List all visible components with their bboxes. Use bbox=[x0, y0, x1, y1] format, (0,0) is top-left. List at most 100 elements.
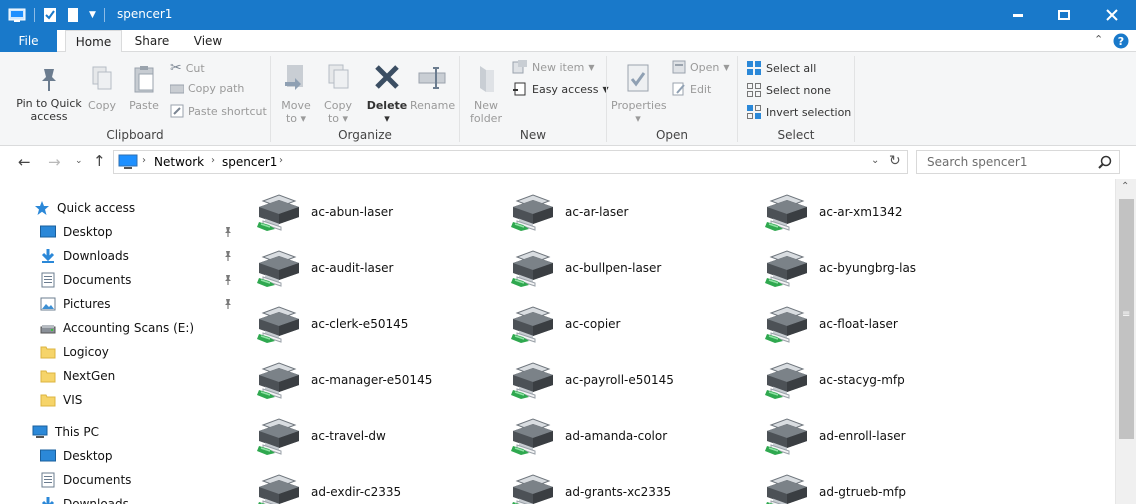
close-button[interactable] bbox=[1087, 0, 1136, 30]
printer-item[interactable]: ac-audit-laser bbox=[255, 244, 393, 292]
nav-pc-item-documents[interactable]: Documents bbox=[40, 468, 131, 492]
nav-item-desktop[interactable]: Desktop bbox=[40, 220, 113, 244]
easy-access-button[interactable]: Easy access ▼ bbox=[512, 82, 609, 96]
pin-icon[interactable] bbox=[223, 274, 233, 289]
printer-item[interactable]: ad-gtrueb-mfp bbox=[763, 468, 906, 504]
printer-item[interactable]: ad-exdir-c2335 bbox=[255, 468, 401, 504]
printer-item[interactable]: ad-enroll-laser bbox=[763, 412, 906, 460]
minimize-button[interactable] bbox=[995, 0, 1041, 30]
delete-label: Delete bbox=[366, 99, 408, 112]
breadcrumb-spencer1[interactable]: spencer1 bbox=[222, 155, 277, 169]
printer-item[interactable]: ac-travel-dw bbox=[255, 412, 386, 460]
paste-shortcut-button[interactable]: Paste shortcut bbox=[170, 104, 267, 118]
recent-locations-icon[interactable]: ⌄ bbox=[75, 156, 83, 166]
toolbar-separator bbox=[103, 8, 105, 22]
printer-item[interactable]: ac-payroll-e50145 bbox=[509, 356, 674, 404]
pin-to-quick-access-button[interactable]: Pin to Quick access bbox=[14, 64, 84, 123]
nav-item-accounting-scans-e[interactable]: Accounting Scans (E:) bbox=[40, 316, 194, 340]
edit-button[interactable]: Edit bbox=[672, 82, 711, 96]
move-to-button[interactable]: Move to ▾ bbox=[278, 62, 314, 125]
folder-icon bbox=[40, 344, 56, 360]
new-folder-button[interactable]: New folder bbox=[466, 62, 506, 125]
printer-item[interactable]: ac-ar-laser bbox=[509, 188, 628, 236]
printer-item[interactable]: ac-abun-laser bbox=[255, 188, 393, 236]
select-all-button[interactable]: Select all bbox=[746, 60, 816, 76]
address-dropdown-icon[interactable]: ⌄ bbox=[871, 155, 879, 166]
new-folder-qa-icon[interactable] bbox=[67, 7, 79, 23]
properties-label: Properties bbox=[611, 99, 667, 112]
copy-to-button[interactable]: Copy to ▾ bbox=[320, 62, 356, 125]
nav-this-pc[interactable]: This PC bbox=[32, 420, 99, 444]
pin-icon[interactable] bbox=[223, 226, 233, 241]
printer-item[interactable]: ac-copier bbox=[509, 300, 621, 348]
printer-item[interactable]: ad-grants-xc2335 bbox=[509, 468, 671, 504]
vertical-scrollbar[interactable]: ⌃ ≡ bbox=[1115, 179, 1136, 504]
collapse-ribbon-icon[interactable]: ⌃ bbox=[1094, 33, 1103, 46]
delete-button[interactable]: Delete ▾ bbox=[366, 62, 408, 125]
printer-item[interactable]: ad-amanda-color bbox=[509, 412, 667, 460]
properties-dropdown-icon[interactable]: ▾ bbox=[611, 112, 665, 125]
navigation-pane: Quick access Desktop Downloads Documents Pic… bbox=[0, 185, 238, 504]
tab-home[interactable]: Home bbox=[65, 30, 122, 53]
scrollbar-thumb[interactable]: ≡ bbox=[1119, 199, 1134, 439]
cut-button[interactable]: ✂ Cut bbox=[170, 60, 205, 76]
search-box[interactable]: Search spencer1 bbox=[916, 150, 1120, 174]
nav-item-nextgen[interactable]: NextGen bbox=[40, 364, 115, 388]
open-button[interactable]: Open ▼ bbox=[672, 60, 730, 74]
copy-to-label: Copy bbox=[324, 99, 352, 112]
nav-item-pictures[interactable]: Pictures bbox=[40, 292, 111, 316]
pin-icon[interactable] bbox=[223, 298, 233, 313]
tab-file[interactable]: File bbox=[0, 30, 57, 52]
scroll-up-icon[interactable]: ⌃ bbox=[1121, 181, 1129, 192]
printer-item[interactable]: ac-bullpen-laser bbox=[509, 244, 661, 292]
downloads-icon bbox=[40, 496, 56, 504]
paste-button[interactable]: Paste bbox=[126, 64, 162, 112]
downloads-icon bbox=[40, 248, 56, 264]
search-icon[interactable] bbox=[1098, 155, 1112, 169]
rename-button[interactable]: Rename bbox=[410, 62, 455, 112]
refresh-icon[interactable]: ↻ bbox=[889, 153, 901, 169]
copy-button[interactable]: Copy bbox=[86, 64, 118, 112]
nav-item-logicoy[interactable]: Logicoy bbox=[40, 340, 109, 364]
invert-selection-icon bbox=[747, 105, 761, 119]
properties-icon bbox=[627, 64, 649, 92]
back-arrow-icon[interactable]: ← bbox=[18, 153, 31, 171]
forward-arrow-icon[interactable]: → bbox=[48, 153, 61, 171]
nav-quick-access[interactable]: Quick access bbox=[34, 196, 135, 220]
breadcrumb-network[interactable]: Network bbox=[154, 155, 204, 169]
printer-icon bbox=[509, 471, 555, 504]
close-icon bbox=[1105, 9, 1118, 21]
help-icon[interactable]: ? bbox=[1113, 33, 1129, 49]
printer-icon bbox=[763, 415, 809, 458]
properties-qa-icon[interactable] bbox=[43, 7, 57, 23]
printer-item[interactable]: ac-clerk-e50145 bbox=[255, 300, 408, 348]
new-item-label: New item bbox=[532, 60, 585, 74]
paste-label: Paste bbox=[129, 99, 159, 112]
address-bar[interactable]: › Network › spencer1 › ⌄ ↻ bbox=[113, 150, 908, 174]
nav-item-vis[interactable]: VIS bbox=[40, 388, 82, 412]
tab-share[interactable]: Share bbox=[130, 30, 174, 52]
delete-dropdown-icon[interactable]: ▾ bbox=[366, 112, 408, 125]
tab-view[interactable]: View bbox=[187, 30, 229, 52]
printer-name: ac-abun-laser bbox=[311, 205, 394, 219]
invert-selection-button[interactable]: Invert selection bbox=[746, 104, 851, 120]
nav-pc-item-desktop[interactable]: Desktop bbox=[40, 444, 113, 468]
maximize-button[interactable] bbox=[1041, 0, 1087, 30]
printer-item[interactable]: ac-manager-e50145 bbox=[255, 356, 432, 404]
select-none-button[interactable]: Select none bbox=[746, 82, 831, 98]
properties-button[interactable]: Properties ▾ bbox=[611, 62, 667, 125]
search-input[interactable]: Search spencer1 bbox=[927, 155, 1027, 169]
nav-pc-item-downloads[interactable]: Downloads bbox=[40, 492, 129, 504]
printer-icon bbox=[255, 359, 301, 402]
new-item-button[interactable]: New item ▼ bbox=[512, 60, 595, 74]
nav-item-downloads[interactable]: Downloads bbox=[40, 244, 129, 268]
pin-icon[interactable] bbox=[223, 250, 233, 265]
nav-item-documents[interactable]: Documents bbox=[40, 268, 131, 292]
copy-path-button[interactable]: Copy path bbox=[170, 82, 244, 95]
printer-item[interactable]: ac-byungbrg-las bbox=[763, 244, 916, 292]
printer-item[interactable]: ac-float-laser bbox=[763, 300, 898, 348]
printer-item[interactable]: ac-stacyg-mfp bbox=[763, 356, 905, 404]
printer-item[interactable]: ac-ar-xm1342 bbox=[763, 188, 902, 236]
customize-qa-icon[interactable]: ▼ bbox=[89, 10, 96, 20]
up-arrow-icon[interactable]: ↑ bbox=[93, 152, 106, 170]
